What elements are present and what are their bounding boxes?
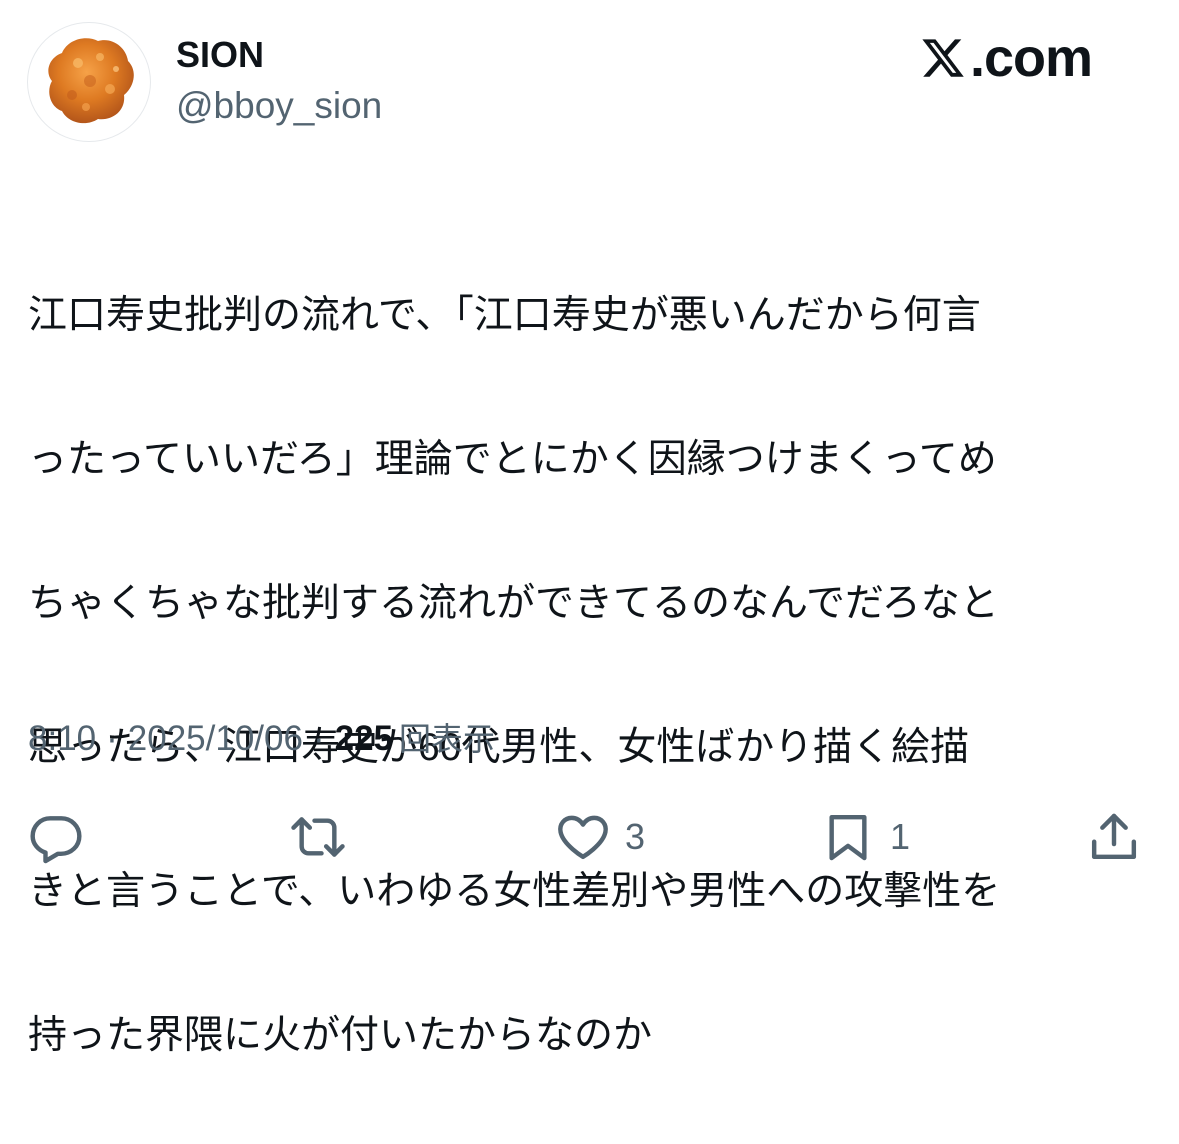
display-name[interactable]: SION [176, 34, 264, 76]
brand-logo: .com [920, 26, 1093, 90]
tweet-time[interactable]: 8:10 [28, 715, 96, 763]
meta-separator: · [106, 719, 118, 758]
x-logo-icon [922, 39, 964, 77]
views-count[interactable]: 225 [335, 715, 393, 763]
share-button[interactable] [1086, 808, 1142, 866]
avatar[interactable] [27, 22, 151, 142]
share-icon [1091, 813, 1137, 860]
bookmark-count: 1 [890, 816, 911, 857]
tweet-text-line: 江口寿史批判の流れで、「江口寿史が悪いんだから何言 [28, 294, 981, 337]
tweet-text-line: 持った界隈に火が付いたからなのか [28, 1014, 653, 1057]
views-label: 回表示 [399, 721, 496, 757]
tweet-text-line: ったっていいだろ」理論でとにかく因縁つけまくってめ [28, 438, 997, 481]
user-handle[interactable]: @bboy_sion [176, 84, 382, 128]
reply-icon [30, 816, 82, 864]
reply-button[interactable] [28, 808, 84, 866]
fried-chicken-avatar-image [48, 38, 134, 124]
brand-domain-text: .com [970, 28, 1093, 88]
tweet-text-line: きと言うことで、いわゆる女性差別や男性への攻撃性を [28, 870, 1001, 913]
meta-separator: · [312, 719, 325, 758]
tweet-date[interactable]: 2025/10/06 [128, 715, 303, 763]
like-button[interactable]: 3 [555, 808, 645, 866]
tweet-meta: 8:10 · 2025/10/06 · 225 回表示 [28, 715, 495, 763]
repost-icon [291, 817, 345, 857]
heart-icon [558, 815, 608, 860]
bookmark-icon [829, 814, 867, 861]
like-count: 3 [625, 816, 646, 857]
tweet-text-line: ちゃくちゃな批判する流れができてるのなんでだろなと [28, 582, 999, 625]
bookmark-button[interactable]: 1 [820, 808, 910, 866]
repost-button[interactable] [290, 808, 346, 866]
tweet-text: 江口寿史批判の流れで、「江口寿史が悪いんだから何言 ったっていいだろ」理論でとに… [28, 208, 1158, 1144]
